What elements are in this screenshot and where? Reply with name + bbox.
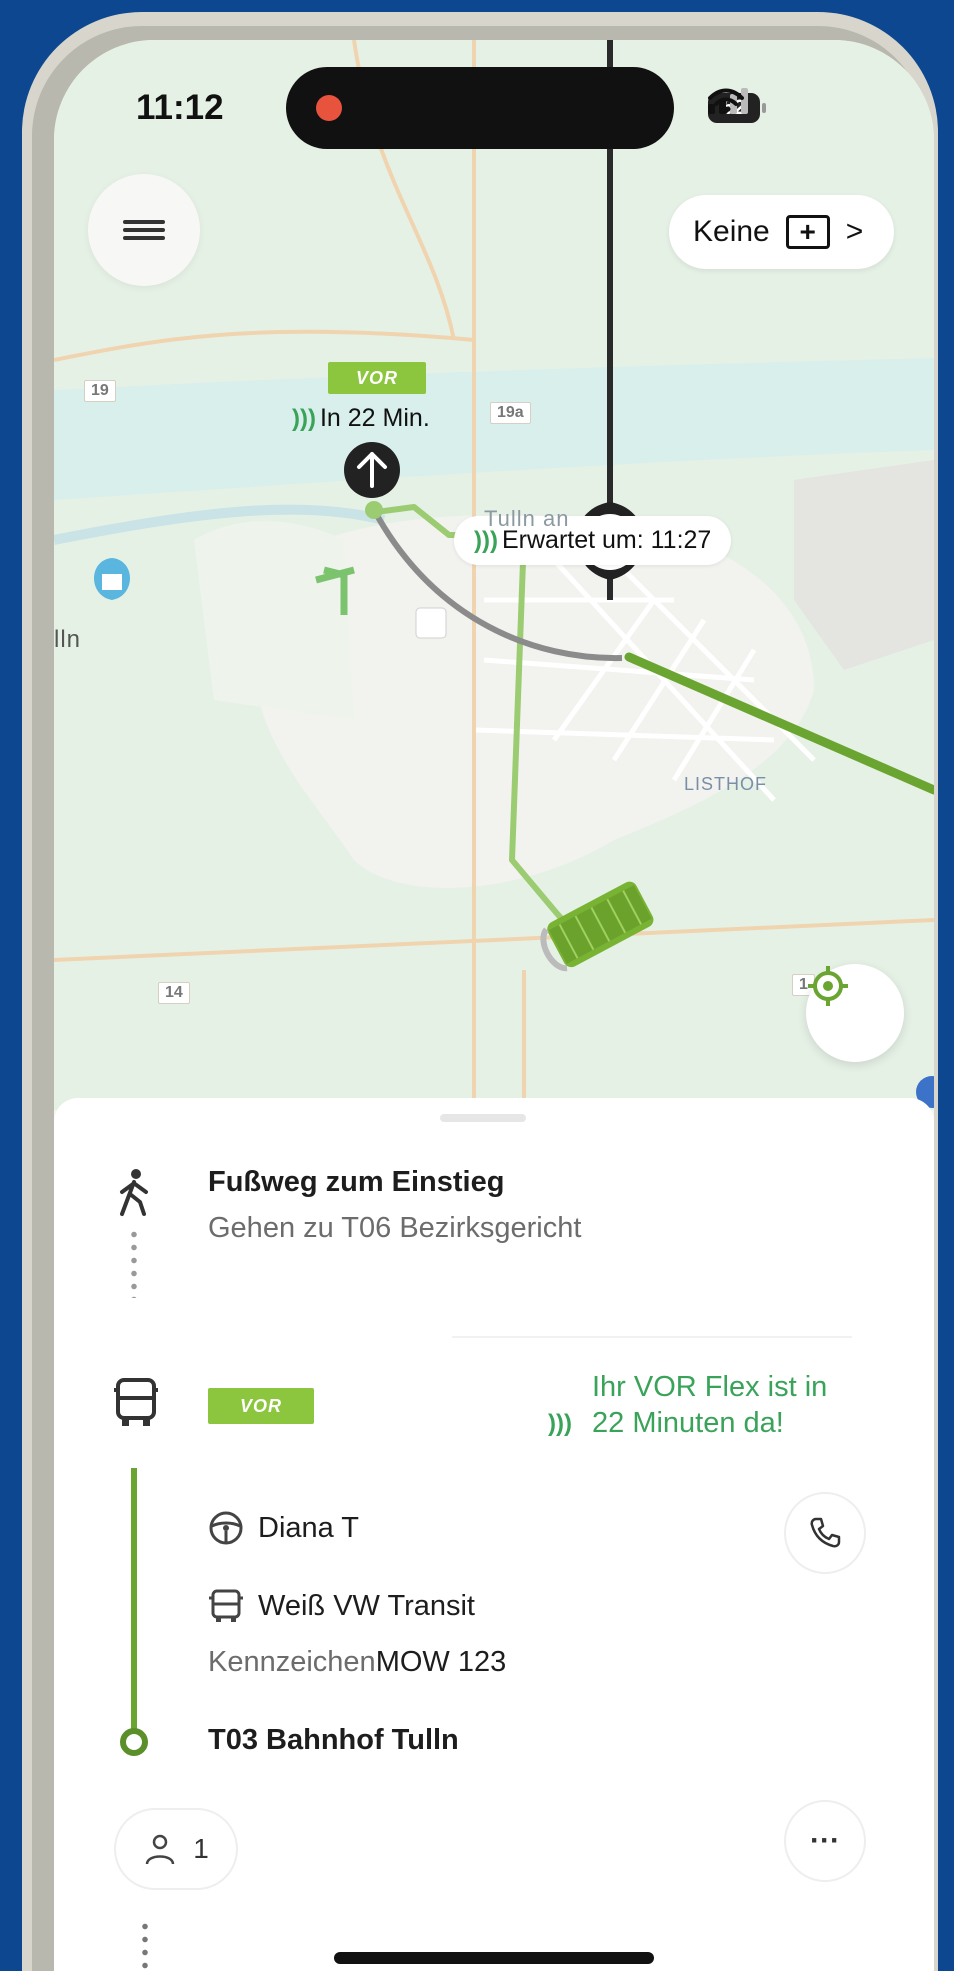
locate-me-button[interactable] [806, 964, 904, 1062]
district-label: LISTHOF [684, 774, 768, 794]
destination-marker-icon [120, 1728, 148, 1756]
divider [452, 1336, 852, 1338]
add-box-icon: + [785, 215, 830, 249]
vehicle-description: Weiß VW Transit [258, 1589, 475, 1622]
vor-flex-map-logo: VOR [328, 362, 426, 394]
person-icon [145, 1834, 175, 1865]
dynamic-island [286, 67, 674, 149]
driver-name: Diana T [258, 1511, 360, 1544]
call-driver-button[interactable] [784, 1492, 866, 1574]
road-shield-19: 19 [84, 380, 116, 402]
plate-label: Kennzeichen [208, 1646, 376, 1678]
pickup-eta-label: ))) In 22 Min. [292, 404, 430, 432]
passenger-count: 1 [193, 1833, 209, 1864]
road-shield-19a: 19a [490, 402, 531, 424]
hamburger-icon [123, 216, 165, 244]
walk-subtitle: Gehen zu T06 Bezirksgericht [208, 1212, 582, 1244]
recording-indicator-icon [316, 95, 342, 121]
walk-dotted-line [131, 1228, 137, 1298]
status-icons: 52 [708, 88, 766, 128]
home-indicator[interactable] [334, 1952, 654, 1964]
license-plate-row: KennzeichenMOW 123 [208, 1646, 506, 1679]
more-options-button[interactable]: ··· [784, 1800, 866, 1882]
van-icon [114, 1378, 158, 1426]
driver-row: Diana T [208, 1510, 359, 1546]
live-signal-icon: ))) [548, 1410, 572, 1437]
menu-button[interactable] [88, 174, 200, 286]
passenger-count-button[interactable]: 1 [114, 1808, 238, 1890]
arrival-message-line1: Ihr VOR Flex ist in [592, 1371, 828, 1403]
status-time: 11:12 [136, 88, 224, 127]
next-segment-dotted-line [142, 1920, 148, 1971]
vehicle-icon [209, 1589, 243, 1622]
ride-route-line [131, 1468, 137, 1736]
town-label: Tulln an [484, 506, 570, 531]
keine-label: Keine [693, 215, 770, 248]
plate-value: MOW 123 [375, 1646, 507, 1678]
steering-wheel-icon [209, 1511, 243, 1545]
keine-button[interactable]: Keine + > [669, 195, 894, 269]
battery-cap [762, 103, 766, 113]
road-shield-14: 14 [158, 982, 190, 1004]
vor-flex-logo: VOR [208, 1388, 314, 1424]
chevron-right-icon: > [845, 215, 864, 248]
walking-person-icon [120, 1169, 148, 1216]
vehicle-row: Weiß VW Transit [208, 1588, 475, 1624]
crosshair-icon [808, 966, 848, 1006]
phone-screen: 11:12 52 Kein [54, 40, 934, 1971]
walk-title: Fußweg zum Einstieg [208, 1166, 505, 1198]
map-view[interactable]: 11:12 52 Kein [54, 40, 934, 1110]
live-signal-icon: ))) [292, 404, 316, 432]
phone-icon [810, 1517, 841, 1548]
destination-stop: T03 Bahnhof Tulln [208, 1724, 459, 1756]
sheet-drag-handle[interactable] [440, 1114, 526, 1122]
partial-place-label: lln [54, 626, 82, 653]
arrival-message-line2: 22 Minuten da! [592, 1407, 784, 1439]
wifi-icon [708, 88, 744, 114]
